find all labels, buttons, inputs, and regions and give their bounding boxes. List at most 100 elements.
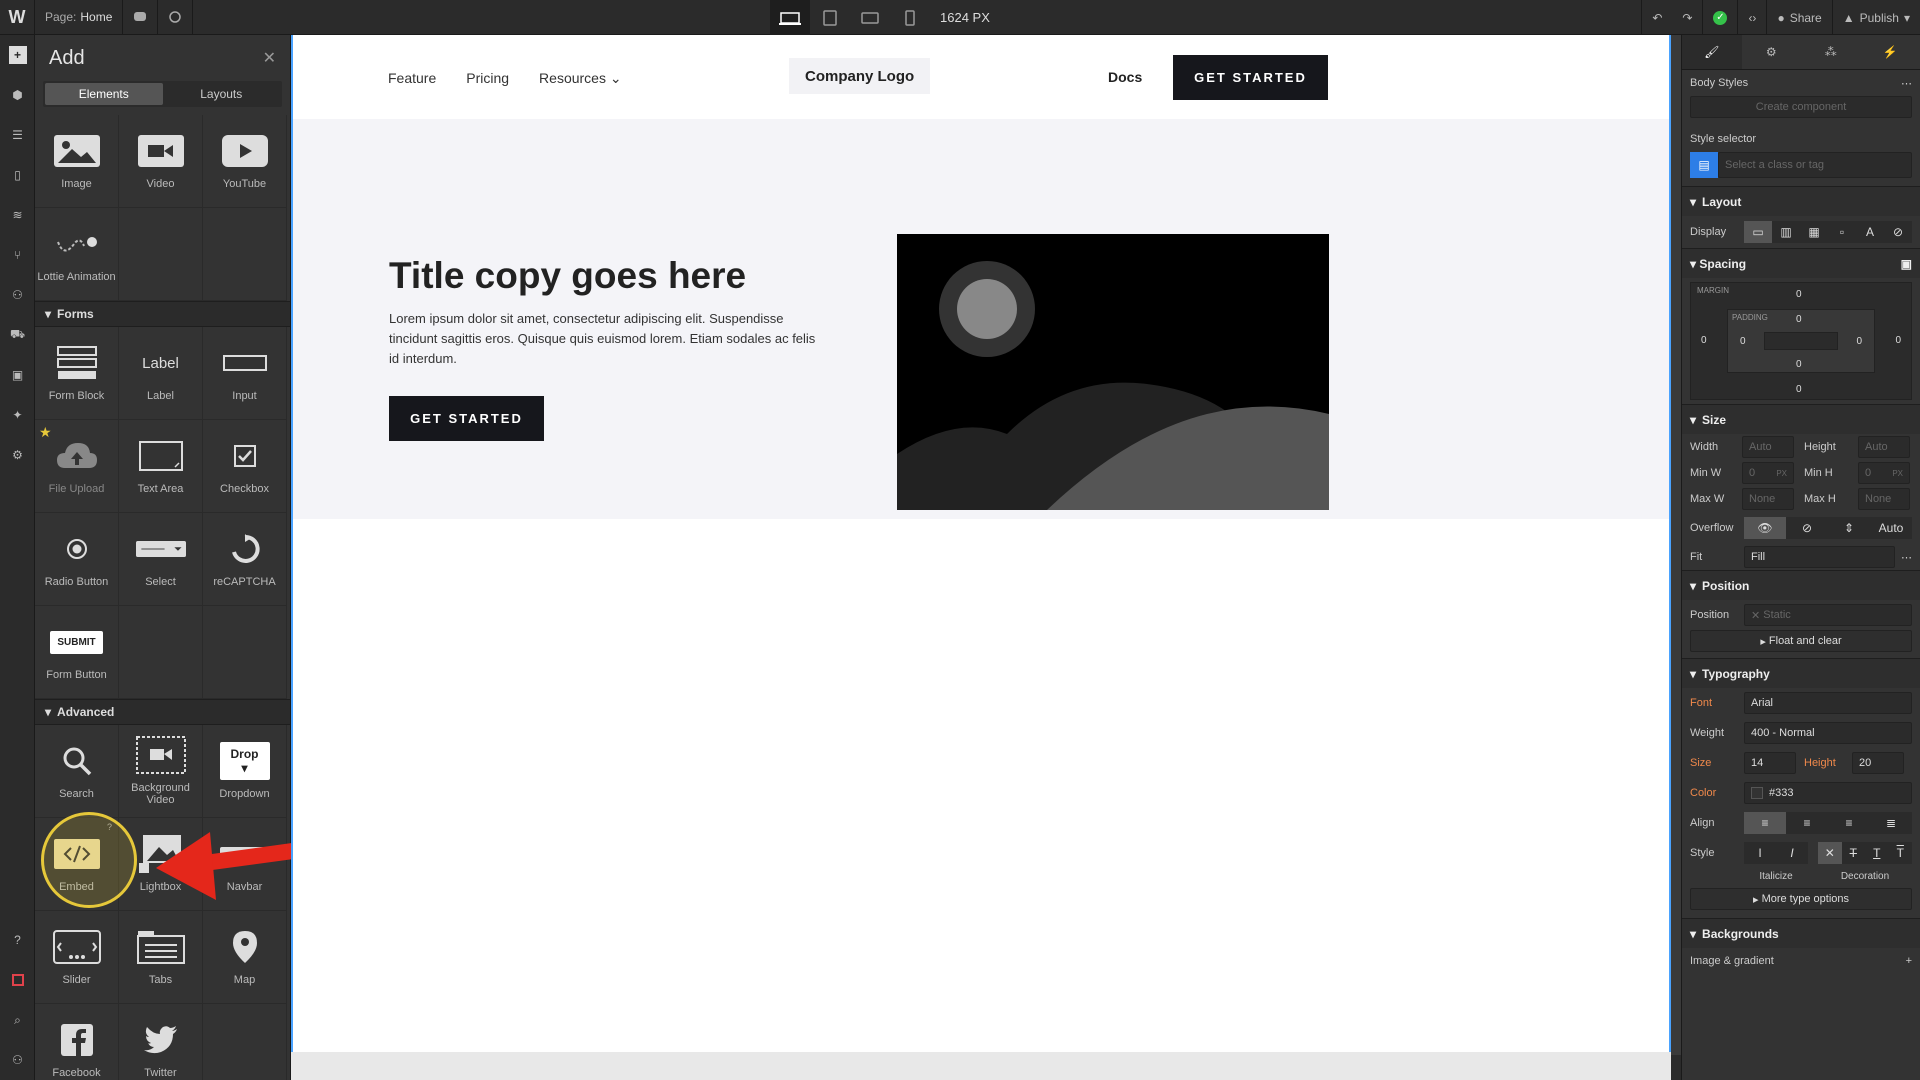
- help-icon[interactable]: ?: [0, 920, 35, 960]
- underline-icon[interactable]: T: [1865, 842, 1889, 864]
- element-file-upload[interactable]: ★ File Upload: [35, 420, 119, 513]
- element-label[interactable]: Label Label: [119, 327, 203, 420]
- padding-top[interactable]: 0: [1796, 314, 1802, 325]
- height-input[interactable]: Auto: [1858, 436, 1910, 458]
- settings-tab-gear-icon[interactable]: ⚙: [1742, 35, 1802, 69]
- section-size[interactable]: ▾ Size: [1682, 404, 1920, 434]
- code-icon[interactable]: ‹›: [1737, 0, 1766, 35]
- navigator-icon[interactable]: ☰: [0, 115, 35, 155]
- hero-image-placeholder[interactable]: [897, 234, 1329, 510]
- publish-button[interactable]: ▲ Publish ▾: [1831, 0, 1920, 35]
- comments-icon[interactable]: [123, 0, 159, 35]
- color-input[interactable]: #333: [1744, 782, 1912, 804]
- more-icon[interactable]: ⋯: [1901, 551, 1912, 564]
- overflow-visible-icon[interactable]: 👁: [1744, 517, 1786, 539]
- overflow-scroll-icon[interactable]: ⇕: [1828, 517, 1870, 539]
- strikethrough-icon[interactable]: T: [1842, 842, 1866, 864]
- more-icon[interactable]: ⋯: [1901, 77, 1912, 90]
- display-flex-icon[interactable]: ▥: [1772, 221, 1800, 243]
- max-width-input[interactable]: None: [1742, 488, 1794, 510]
- video-tutorials-icon[interactable]: ⚇: [0, 1040, 35, 1080]
- settings-icon[interactable]: ⚙: [0, 435, 35, 475]
- section-advanced[interactable]: ▾ Advanced: [35, 699, 290, 725]
- nav-link-pricing[interactable]: Pricing: [466, 70, 509, 87]
- element-youtube[interactable]: YouTube: [203, 115, 287, 208]
- font-size-input[interactable]: 14: [1744, 752, 1796, 774]
- position-select[interactable]: ✕ Static: [1744, 604, 1912, 626]
- padding-right[interactable]: 0: [1856, 336, 1862, 347]
- align-left-icon[interactable]: ≡: [1744, 812, 1786, 834]
- share-button[interactable]: ● Share: [1766, 0, 1831, 35]
- design-canvas[interactable]: Feature Pricing Resources ⌄ Company Logo…: [291, 35, 1671, 1055]
- section-forms[interactable]: ▾ Forms: [35, 301, 290, 327]
- mobile-portrait-icon[interactable]: [890, 0, 930, 35]
- pages-icon[interactable]: ▯: [0, 155, 35, 195]
- float-clear-toggle[interactable]: ▸ Float and clear: [1690, 630, 1912, 652]
- element-tabs[interactable]: Tabs: [119, 911, 203, 1004]
- apps-icon[interactable]: ✦: [0, 395, 35, 435]
- style-manager-tab-icon[interactable]: ⁂: [1801, 35, 1861, 69]
- hero-title[interactable]: Title copy goes here: [389, 255, 746, 297]
- sync-icon[interactable]: [158, 0, 194, 35]
- width-input[interactable]: Auto: [1742, 436, 1794, 458]
- fit-select[interactable]: Fill: [1744, 546, 1895, 568]
- canvas-scrollbar[interactable]: [1671, 35, 1681, 1055]
- element-video[interactable]: Video: [119, 115, 203, 208]
- element-lottie[interactable]: Lottie Animation: [35, 208, 119, 301]
- create-component-button[interactable]: Create component: [1690, 96, 1912, 118]
- more-type-options-toggle[interactable]: ▸ More type options: [1690, 888, 1912, 910]
- section-position[interactable]: ▾ Position: [1682, 570, 1920, 600]
- hero-get-started-button[interactable]: GET STARTED: [389, 396, 544, 441]
- overline-icon[interactable]: T: [1889, 842, 1913, 864]
- line-height-input[interactable]: 20: [1852, 752, 1904, 774]
- element-form-button[interactable]: SUBMIT Form Button: [35, 606, 119, 699]
- components-icon[interactable]: ⬢: [0, 75, 35, 115]
- logic-icon[interactable]: ⑂: [0, 235, 35, 275]
- tab-elements[interactable]: Elements: [45, 83, 163, 105]
- element-twitter[interactable]: Twitter: [119, 1004, 203, 1080]
- element-search[interactable]: Search: [35, 725, 119, 818]
- align-justify-icon[interactable]: ≣: [1870, 812, 1912, 834]
- margin-right[interactable]: 0: [1895, 335, 1901, 346]
- element-recaptcha[interactable]: reCAPTCHA: [203, 513, 287, 606]
- add-icon[interactable]: +: [1906, 955, 1912, 967]
- undo-icon[interactable]: ↶: [1641, 0, 1672, 35]
- ecommerce-icon[interactable]: ⛟: [0, 315, 35, 355]
- nav-link-resources[interactable]: Resources ⌄: [539, 70, 622, 87]
- margin-left[interactable]: 0: [1701, 335, 1707, 346]
- overflow-hidden-icon[interactable]: ⊘: [1786, 517, 1828, 539]
- element-map[interactable]: Map: [203, 911, 287, 1004]
- padding-left[interactable]: 0: [1740, 336, 1746, 347]
- element-slider[interactable]: Slider: [35, 911, 119, 1004]
- align-center-icon[interactable]: ≡: [1786, 812, 1828, 834]
- nav-get-started-button[interactable]: GET STARTED: [1173, 55, 1328, 100]
- search-icon[interactable]: ⌕: [0, 1000, 35, 1040]
- page-selector[interactable]: Page: Home: [35, 0, 124, 35]
- display-inline-block-icon[interactable]: ▫: [1828, 221, 1856, 243]
- display-inline-icon[interactable]: A: [1856, 221, 1884, 243]
- desktop-star-icon[interactable]: [770, 0, 810, 35]
- italic-icon[interactable]: I: [1776, 842, 1808, 864]
- section-typography[interactable]: ▾ Typography: [1682, 658, 1920, 688]
- close-icon[interactable]: ✕: [263, 48, 276, 68]
- element-radio-button[interactable]: Radio Button: [35, 513, 119, 606]
- record-icon[interactable]: [0, 960, 35, 1000]
- element-checkbox[interactable]: Checkbox: [203, 420, 287, 513]
- min-height-input[interactable]: 0 PX: [1858, 462, 1910, 484]
- align-right-icon[interactable]: ≡: [1828, 812, 1870, 834]
- redo-icon[interactable]: ↷: [1672, 0, 1702, 35]
- max-height-input[interactable]: None: [1858, 488, 1910, 510]
- min-width-input[interactable]: 0 PX: [1742, 462, 1794, 484]
- style-selector-input[interactable]: Select a class or tag: [1718, 152, 1912, 178]
- element-image[interactable]: Image: [35, 115, 119, 208]
- company-logo[interactable]: Company Logo: [789, 58, 931, 94]
- section-layout[interactable]: ▾ Layout: [1682, 186, 1920, 216]
- status-check-icon[interactable]: ✓: [1702, 0, 1737, 35]
- assets-icon[interactable]: ▣: [0, 355, 35, 395]
- margin-top[interactable]: 0: [1796, 289, 1802, 300]
- display-none-icon[interactable]: ⊘: [1884, 221, 1912, 243]
- cms-icon[interactable]: ≋: [0, 195, 35, 235]
- hero-section[interactable]: Title copy goes here Lorem ipsum dolor s…: [293, 119, 1669, 519]
- mobile-landscape-icon[interactable]: [850, 0, 890, 35]
- overflow-auto-button[interactable]: Auto: [1870, 517, 1912, 539]
